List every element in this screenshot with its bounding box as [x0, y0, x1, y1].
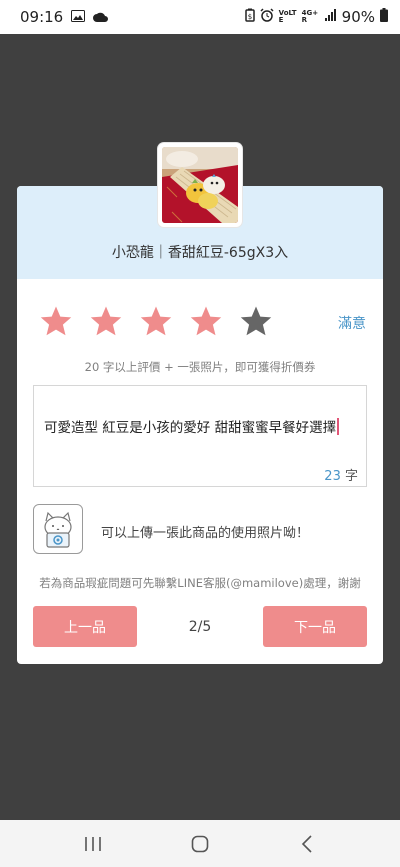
char-counter: 23 字 — [324, 465, 358, 484]
star-5-icon[interactable] — [239, 305, 273, 339]
status-bar: 09:16 $ VoLTE 4G+ R 90% — [0, 0, 400, 34]
customer-service-note: 若為商品瑕疵問題可先聯繫LINE客服(@mamilove)處理，謝謝 — [39, 576, 361, 590]
star-rating[interactable] — [39, 305, 273, 339]
upload-photo-label: 可以上傳一張此商品的使用照片呦！ — [101, 526, 310, 541]
cloud-icon — [93, 8, 109, 26]
alarm-icon — [260, 8, 274, 26]
home-icon — [191, 835, 209, 852]
product-name: 小恐龍｜香甜紅豆-65gX3入 — [111, 245, 289, 261]
network-type-indicator: 4G+ R — [301, 9, 319, 24]
status-time: 09:16 — [20, 8, 64, 26]
back-icon — [301, 834, 312, 853]
home-button[interactable] — [180, 824, 220, 864]
recent-apps-icon — [85, 836, 102, 851]
star-3-icon[interactable] — [139, 305, 173, 339]
system-nav-bar — [0, 820, 400, 867]
battery-icon — [380, 8, 388, 26]
cat-camera-icon — [44, 511, 72, 548]
product-header: 小恐龍｜香甜紅豆-65gX3入 — [17, 143, 383, 279]
review-text: 可愛造型 紅豆是小孩的愛好 甜甜蜜蜜早餐好選擇 — [44, 420, 337, 436]
back-button[interactable] — [287, 824, 327, 864]
svg-text:$: $ — [247, 13, 251, 21]
volte-indicator: VoLTE — [278, 9, 297, 24]
next-product-button[interactable]: 下一品 — [263, 606, 367, 647]
product-image — [158, 143, 242, 227]
star-4-icon[interactable] — [189, 305, 223, 339]
char-count-unit: 字 — [344, 469, 358, 484]
upload-photo-button[interactable] — [33, 504, 83, 554]
coupon-hint: 20 字以上評價 + 一張照片，即可獲得折價券 — [84, 360, 316, 374]
char-count-number: 23 — [324, 469, 341, 484]
battery-percent: 90% — [341, 8, 375, 26]
review-dialog: 小恐龍｜香甜紅豆-65gX3入 滿意 20 字以上評價 + 一張照片，即可獲得折… — [17, 143, 383, 664]
star-2-icon[interactable] — [89, 305, 123, 339]
gallery-icon — [71, 8, 86, 26]
signal-icon — [324, 9, 337, 25]
rating-label: 滿意 — [338, 316, 366, 332]
review-text-content: 可愛造型 紅豆是小孩的愛好 甜甜蜜蜜早餐好選擇 — [44, 416, 340, 436]
star-1-icon[interactable] — [39, 305, 73, 339]
text-caret — [337, 418, 340, 435]
recent-apps-button[interactable] — [73, 824, 113, 864]
review-textarea[interactable]: 可愛造型 紅豆是小孩的愛好 甜甜蜜蜜早餐好選擇 23 字 — [33, 385, 367, 487]
battery-saver-icon: $ — [244, 8, 255, 26]
